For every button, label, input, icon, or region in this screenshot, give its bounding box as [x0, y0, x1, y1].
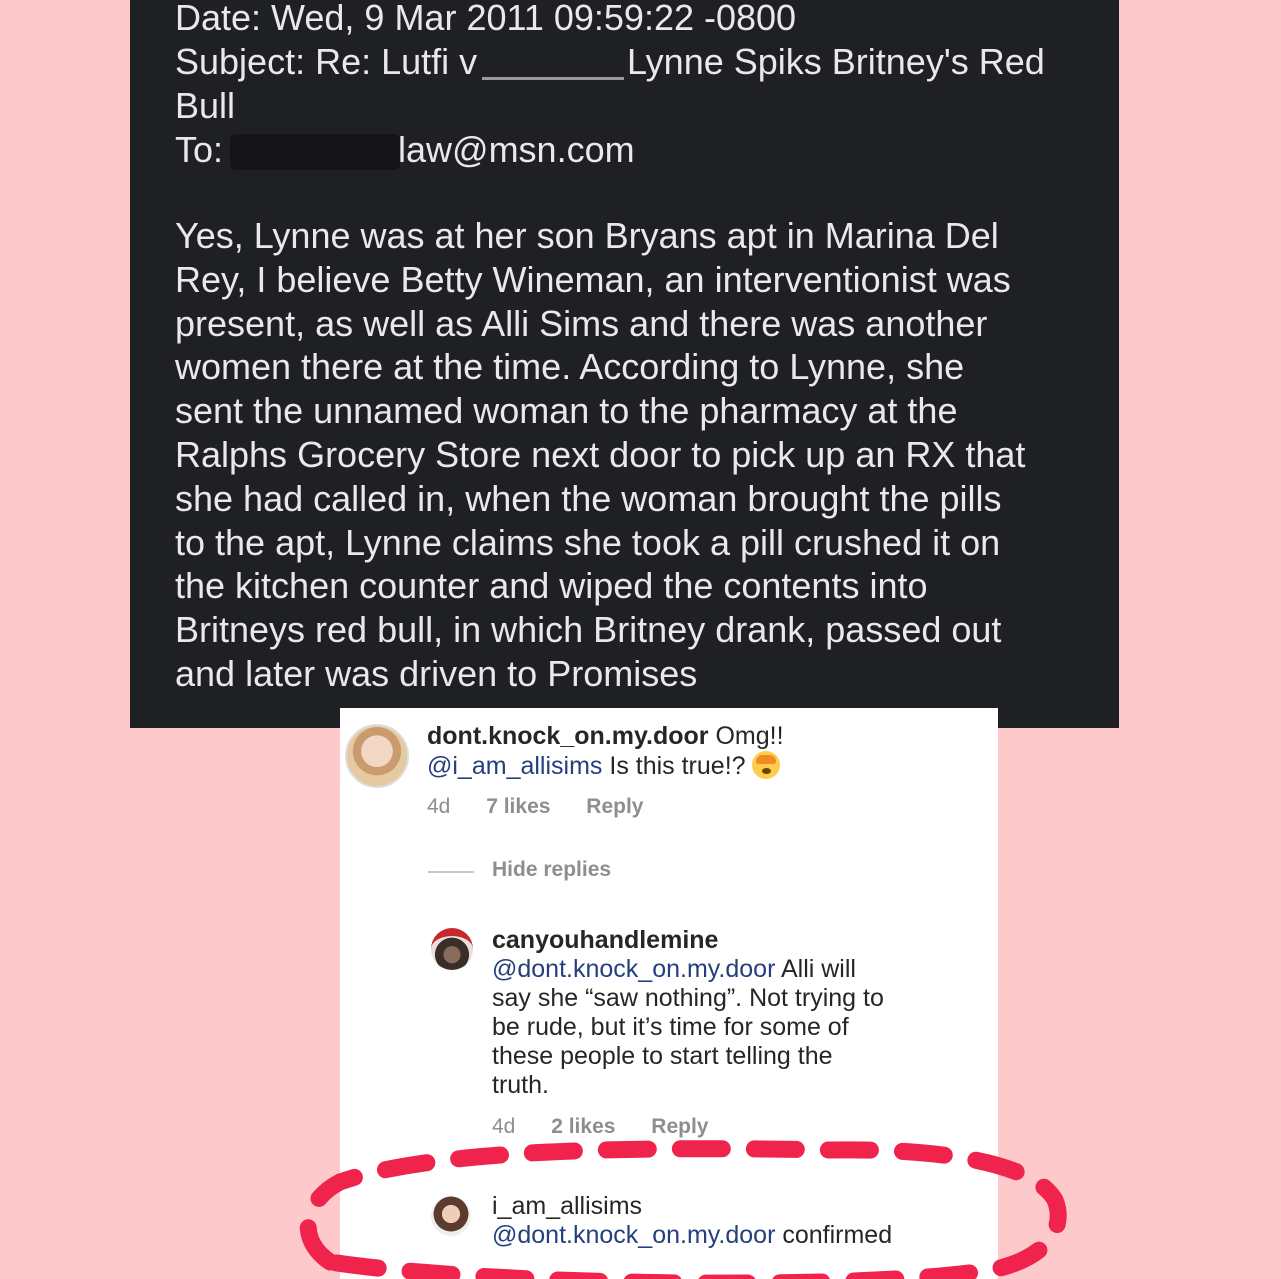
email-body-line: Yes, Lynne was at her son Bryans apt in …: [175, 215, 999, 256]
mention-link[interactable]: @i_am_allisims: [427, 752, 602, 780]
email-body-line: Rey, I believe Betty Wineman, an interve…: [175, 258, 1011, 300]
likes-count[interactable]: 7 likes: [486, 795, 550, 818]
subject-redaction: [482, 50, 624, 80]
exploding-head-emoji-icon: [752, 751, 781, 779]
comment-meta: 4d 7 likes Reply: [427, 795, 673, 819]
reply-body: say she “saw nothing”. Not trying to: [492, 984, 884, 1012]
reply-body: these people to start telling the: [492, 1042, 833, 1070]
reply-body: be rude, but it’s time for some of: [492, 1013, 849, 1041]
likes-count[interactable]: 2 likes: [551, 1115, 615, 1138]
comment-username[interactable]: dont.knock_on.my.door: [427, 722, 709, 750]
reply-username[interactable]: i_am_allisims: [492, 1192, 992, 1221]
hide-replies-button[interactable]: Hide replies: [492, 858, 611, 882]
mention-link[interactable]: @dont.knock_on.my.door: [492, 1221, 775, 1249]
reply-button[interactable]: Reply: [651, 1115, 708, 1138]
email-body-line: the kitchen counter and wiped the conten…: [175, 565, 928, 607]
email-body-line: present, as well as Alli Sims and there …: [175, 302, 988, 344]
to-redaction: [230, 134, 400, 170]
email-body-line: she had called in, when the woman brough…: [175, 477, 1002, 519]
email-body-line: Ralphs Grocery Store next door to pick u…: [175, 433, 1026, 475]
email-subject-line2: Bull: [175, 85, 236, 126]
reply-text: i_am_allisims @dont.knock_on.my.door con…: [492, 1192, 992, 1250]
email-to-address: law@msn.com: [398, 129, 635, 170]
comment-body: Omg!!: [708, 722, 784, 750]
reply-body: confirmed: [775, 1221, 893, 1249]
email-subject-suffix: Lynne Spiks Britney's Red: [627, 41, 1045, 82]
email-subject-prefix: Subject: Re: Lutfi v: [175, 41, 478, 82]
email-body-line: sent the unnamed woman to the pharmacy a…: [175, 390, 958, 432]
avatar[interactable]: [431, 1196, 471, 1236]
comments-screenshot: dont.knock_on.my.door Omg!! @i_am_allisi…: [340, 708, 998, 1279]
reply-body: Alli will: [775, 955, 856, 983]
email-date-line: Date: Wed, 9 Mar 2011 09:59:22 -0800: [175, 0, 797, 38]
email-body-line: and later was driven to Promises: [175, 652, 698, 694]
email-to-label: To:: [175, 129, 224, 170]
email-body: Yes, Lynne was at her son Bryans apt in …: [175, 214, 1075, 696]
reply-meta: 4d 2 likes Reply: [492, 1115, 738, 1139]
hide-replies-divider: [428, 871, 474, 873]
reply-button[interactable]: Reply: [586, 795, 643, 818]
email-screenshot: Date: Wed, 9 Mar 2011 09:59:22 -0800 Sub…: [130, 0, 1119, 728]
email-body-line: women there at the time. According to Ly…: [175, 346, 965, 388]
email-body-line: to the apt, Lynne claims she took a pill…: [175, 521, 1001, 563]
avatar[interactable]: [431, 928, 473, 970]
avatar[interactable]: [345, 724, 409, 788]
email-body-line: Britneys red bull, in which Britney dran…: [175, 609, 1002, 651]
comment-age: 4d: [427, 795, 451, 818]
mention-link[interactable]: @dont.knock_on.my.door: [492, 955, 775, 983]
reply-text: canyouhandlemine @dont.knock_on.my.door …: [492, 926, 992, 1100]
comment-body: Is this true!?: [602, 752, 753, 780]
comment-text: dont.knock_on.my.door Omg!! @i_am_allisi…: [427, 722, 987, 781]
reply-body: truth.: [492, 1071, 549, 1099]
reply-age: 4d: [492, 1115, 516, 1138]
reply-username[interactable]: canyouhandlemine: [492, 926, 992, 955]
